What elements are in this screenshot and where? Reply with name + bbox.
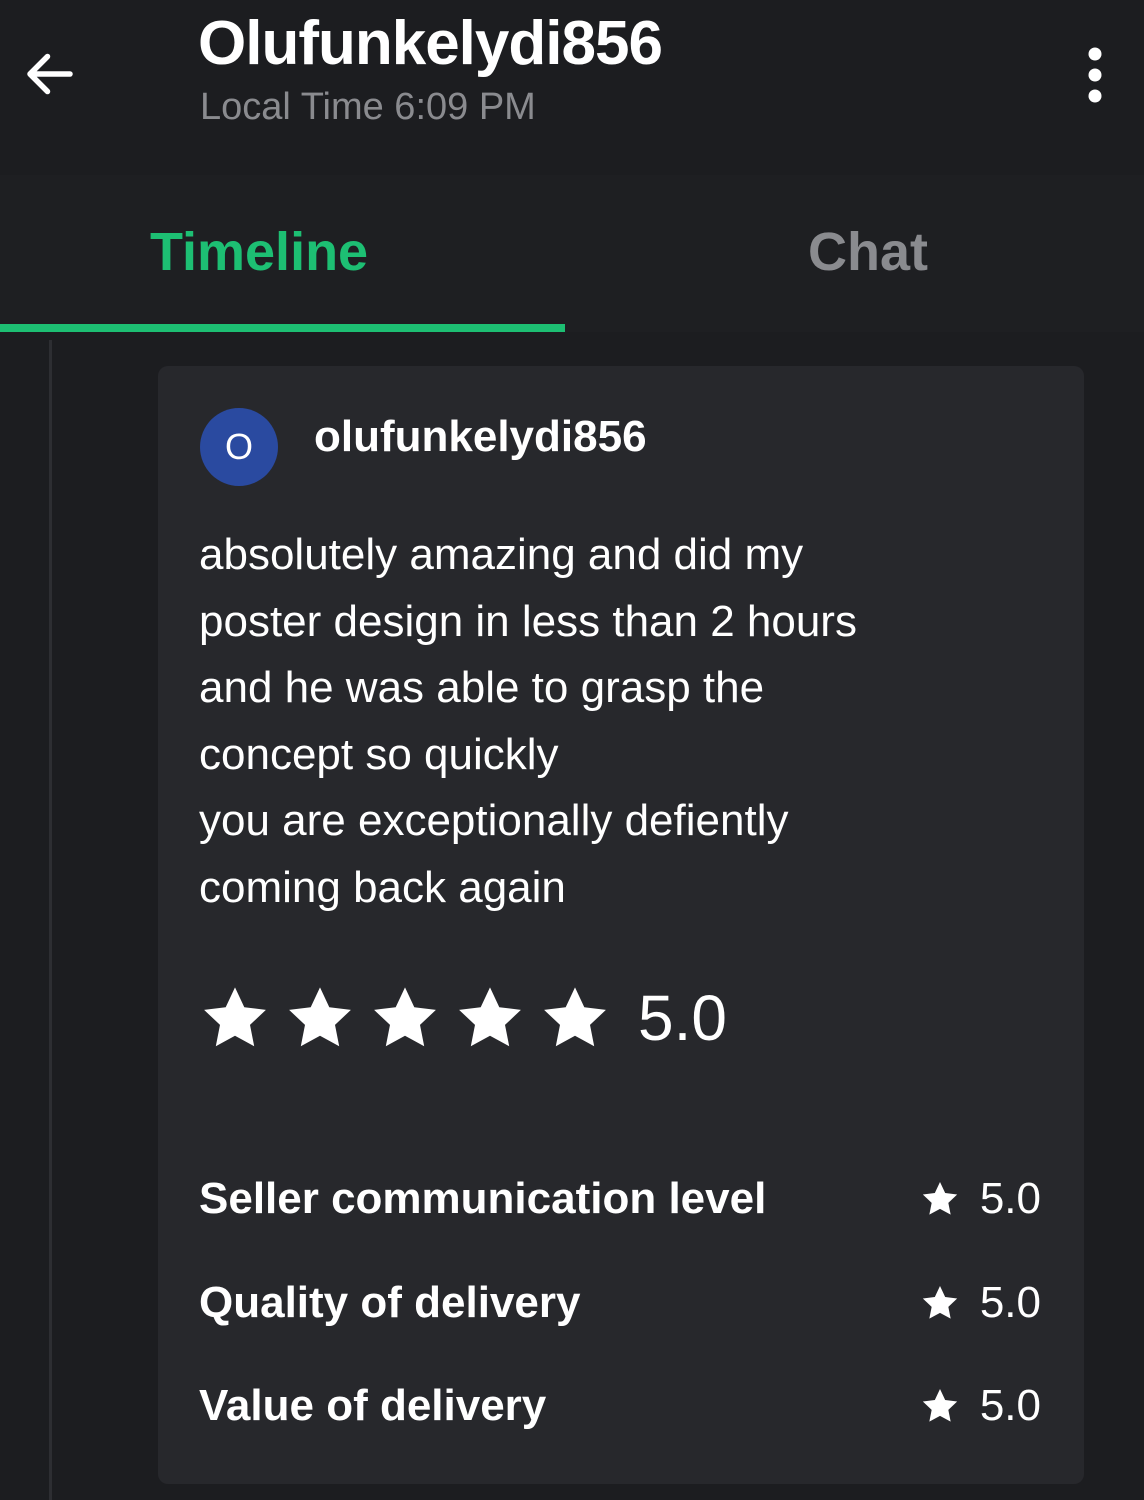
star-icon: [289, 987, 351, 1047]
review-text-line: poster design in less than 2 hours: [199, 596, 857, 646]
order-page: Olufunkelydi856 Local Time 6:09 PM Timel…: [0, 0, 1144, 1500]
review-text-line: concept so quickly: [199, 729, 559, 779]
metric-row-communication: Seller communication level 5.0: [199, 1170, 1041, 1234]
arrow-left-icon: [27, 53, 73, 95]
review-card: O olufunkelydi856 absolutely amazing and…: [158, 366, 1084, 1484]
star-icon: [922, 1182, 957, 1215]
star-icon: [204, 987, 266, 1047]
local-time: Local Time 6:09 PM: [200, 86, 536, 128]
header: Olufunkelydi856 Local Time 6:09 PM: [0, 0, 1144, 175]
star-icon: [922, 1389, 957, 1422]
star-icon: [544, 987, 606, 1047]
metric-value: 5.0: [920, 1278, 1041, 1328]
tab-chat[interactable]: Chat: [565, 175, 1144, 332]
star-icon: [374, 987, 436, 1047]
metric-score: 5.0: [979, 1278, 1041, 1327]
metric-row-value: Value of delivery 5.0: [199, 1377, 1041, 1441]
star-icon: [459, 987, 521, 1047]
review-text-line: coming back again: [199, 862, 566, 912]
metric-label: Quality of delivery: [199, 1278, 581, 1327]
active-tab-indicator: [0, 324, 565, 332]
page-title: Olufunkelydi856: [198, 9, 663, 78]
metric-value: 5.0: [920, 1174, 1041, 1224]
metric-row-quality: Quality of delivery 5.0: [199, 1274, 1041, 1338]
metric-score: 5.0: [979, 1174, 1041, 1223]
more-vertical-icon: [1088, 47, 1102, 103]
back-button[interactable]: [14, 38, 86, 110]
tab-timeline[interactable]: Timeline: [0, 175, 565, 332]
review-text-line: and he was able to grasp the: [199, 663, 765, 712]
reviewer-username[interactable]: olufunkelydi856: [314, 412, 647, 462]
review-text-line: absolutely amazing and did my: [199, 530, 804, 579]
metric-label: Value of delivery: [199, 1381, 547, 1430]
review-text: absolutely amazing and did my poster des…: [199, 522, 1059, 921]
review-text-line: you are exceptionally defiently: [199, 796, 789, 845]
timeline-line: [49, 340, 52, 1500]
avatar[interactable]: O: [200, 408, 278, 486]
overall-rating: 5.0: [638, 982, 727, 1054]
metric-value: 5.0: [920, 1381, 1041, 1431]
metric-score: 5.0: [979, 1381, 1041, 1430]
more-options-button[interactable]: [1070, 40, 1120, 110]
star-rating: 5.0: [199, 978, 727, 1058]
star-icon: [922, 1286, 957, 1319]
tab-timeline-label: Timeline: [150, 222, 369, 282]
metric-label: Seller communication level: [199, 1174, 767, 1223]
tab-chat-label: Chat: [808, 222, 928, 282]
tab-bar: Timeline Chat: [0, 175, 1144, 332]
